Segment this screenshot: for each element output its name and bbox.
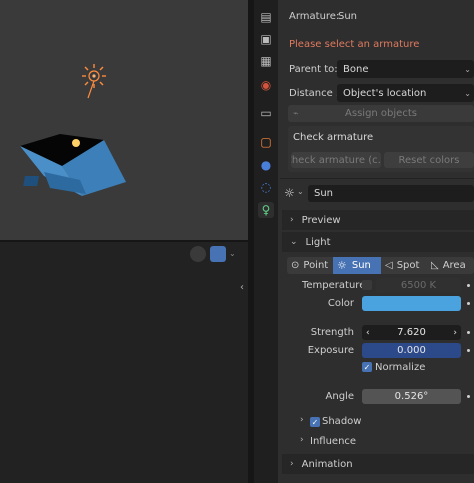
- shadow-label: Shadow: [322, 416, 362, 427]
- light-type-area[interactable]: ◺ Area: [427, 257, 474, 274]
- chevron-right-icon[interactable]: ›: [300, 415, 304, 425]
- animation-header-label: Animation: [301, 458, 353, 470]
- distance-value: Object's location: [343, 87, 427, 99]
- check-armature-button[interactable]: Check armature (c...: [291, 152, 381, 168]
- light-header-label: Light: [305, 236, 331, 248]
- parent-to-label: Parent to:: [289, 64, 338, 75]
- color-label: Color: [327, 298, 354, 309]
- light-name-value: Sun: [314, 188, 334, 199]
- chevron-right-icon: ›: [290, 459, 294, 469]
- sun-label: Sun: [351, 260, 371, 271]
- light-data-tab-icon[interactable]: ♀: [258, 202, 274, 218]
- decrement-arrow-icon[interactable]: ‹: [366, 328, 370, 338]
- spot-light-icon: ◁: [385, 260, 393, 271]
- assign-objects-label: Assign objects: [345, 108, 417, 119]
- point-label: Point: [303, 260, 329, 271]
- chevron-right-icon: ›: [290, 215, 294, 225]
- divider: [280, 178, 474, 179]
- overlay-toggle-icon[interactable]: [190, 246, 206, 262]
- keyframe-dot[interactable]: [467, 331, 470, 334]
- light-type-spot[interactable]: ◁ Spot: [381, 257, 427, 274]
- temperature-value: 6500 K: [400, 280, 437, 291]
- 3d-viewport[interactable]: [0, 0, 248, 240]
- distance-dropdown[interactable]: Object's location ⌄: [337, 84, 474, 102]
- light-type-point[interactable]: ⊙ Point: [287, 257, 333, 274]
- angle-field[interactable]: 0.526°: [362, 389, 461, 404]
- viewport-scene: [20, 64, 126, 196]
- strength-label: Strength: [310, 327, 354, 338]
- shadow-checkbox[interactable]: ✓: [310, 417, 320, 427]
- viewport-shading-icon[interactable]: [210, 246, 226, 262]
- angle-label: Angle: [325, 391, 354, 402]
- editor-area[interactable]: ⌄ ‹: [0, 242, 248, 483]
- keyframe-dot[interactable]: [467, 349, 470, 352]
- animation-panel-header[interactable]: › Animation: [282, 454, 474, 474]
- chevron-down-icon: ⌄: [464, 88, 471, 98]
- light-panel-header[interactable]: ⌄ Light: [282, 232, 474, 252]
- strength-value: 7.620: [397, 327, 426, 338]
- sun-light-icon: ☼: [337, 259, 347, 272]
- armature-label: Armature:: [289, 11, 340, 22]
- assign-objects-button[interactable]: ⌁ Assign objects: [288, 105, 474, 122]
- temperature-label: Temperature: [302, 280, 366, 291]
- preview-header-label: Preview: [301, 214, 341, 226]
- point-light-icon: ⊙: [291, 260, 300, 271]
- reset-colors-button[interactable]: Reset colors: [384, 152, 474, 168]
- normalize-checkbox[interactable]: ✓: [362, 362, 372, 372]
- temperature-toggle[interactable]: [362, 280, 372, 290]
- render-tab-icon[interactable]: ▣: [258, 31, 274, 47]
- constraints-tab-icon[interactable]: ◌: [258, 179, 274, 195]
- chevron-down-icon: ⌄: [464, 64, 471, 74]
- angle-value: 0.526°: [394, 391, 429, 402]
- exposure-label: Exposure: [307, 345, 354, 356]
- strength-field[interactable]: ‹ 7.620 ›: [362, 325, 461, 340]
- influence-label[interactable]: Influence: [310, 436, 356, 447]
- preview-panel-header[interactable]: › Preview: [282, 210, 474, 230]
- keyframe-dot[interactable]: [467, 302, 470, 305]
- properties-tabs: ▤ ▣ ▦ ◉ ▭ ▢ ● ◌ ♀: [254, 0, 278, 483]
- tool-tab-icon[interactable]: ▤: [258, 9, 274, 25]
- normalize-label: Normalize: [375, 362, 426, 373]
- light-name-field[interactable]: Sun: [308, 185, 474, 202]
- sun-light-gizmo: [82, 64, 106, 99]
- parent-to-dropdown[interactable]: Bone ⌄: [337, 60, 474, 78]
- object-tab-icon[interactable]: ▢: [258, 134, 274, 150]
- reset-colors-label: Reset colors: [398, 154, 460, 166]
- sun-icon[interactable]: ☼: [284, 186, 295, 200]
- keyframe-dot[interactable]: [467, 284, 470, 287]
- temperature-field[interactable]: 6500 K: [376, 278, 461, 293]
- area-label: Area: [442, 260, 466, 271]
- output-tab-icon[interactable]: ▦: [258, 53, 274, 69]
- world-tab-icon[interactable]: ▭: [258, 105, 274, 121]
- physics-tab-icon[interactable]: ●: [258, 157, 274, 173]
- collapse-arrow-icon[interactable]: ‹: [240, 282, 244, 293]
- parent-to-value: Bone: [343, 63, 369, 75]
- armature-value: Sun: [338, 11, 358, 22]
- link-icon: ⌁: [293, 108, 299, 119]
- spot-label: Spot: [396, 260, 420, 271]
- area-light-icon: ◺: [431, 260, 439, 271]
- exposure-field[interactable]: 0.000: [362, 343, 461, 358]
- exposure-value: 0.000: [397, 345, 426, 356]
- scene-tab-icon[interactable]: ◉: [258, 77, 274, 93]
- armature-warning: Please select an armature: [289, 39, 420, 50]
- check-armature-button-label: Check armature (c...: [291, 154, 381, 166]
- chevron-down-icon[interactable]: ⌄: [297, 187, 304, 196]
- scene-plane: [20, 134, 126, 196]
- check-armature-title: Check armature: [293, 132, 374, 143]
- color-swatch[interactable]: [362, 296, 461, 311]
- chevron-down-icon: ⌄: [290, 237, 298, 247]
- chevron-down-icon[interactable]: ⌄: [229, 249, 236, 258]
- increment-arrow-icon[interactable]: ›: [453, 328, 457, 338]
- light-type-sun[interactable]: ☼ Sun: [333, 257, 381, 274]
- chevron-right-icon[interactable]: ›: [300, 435, 304, 445]
- keyframe-dot[interactable]: [467, 395, 470, 398]
